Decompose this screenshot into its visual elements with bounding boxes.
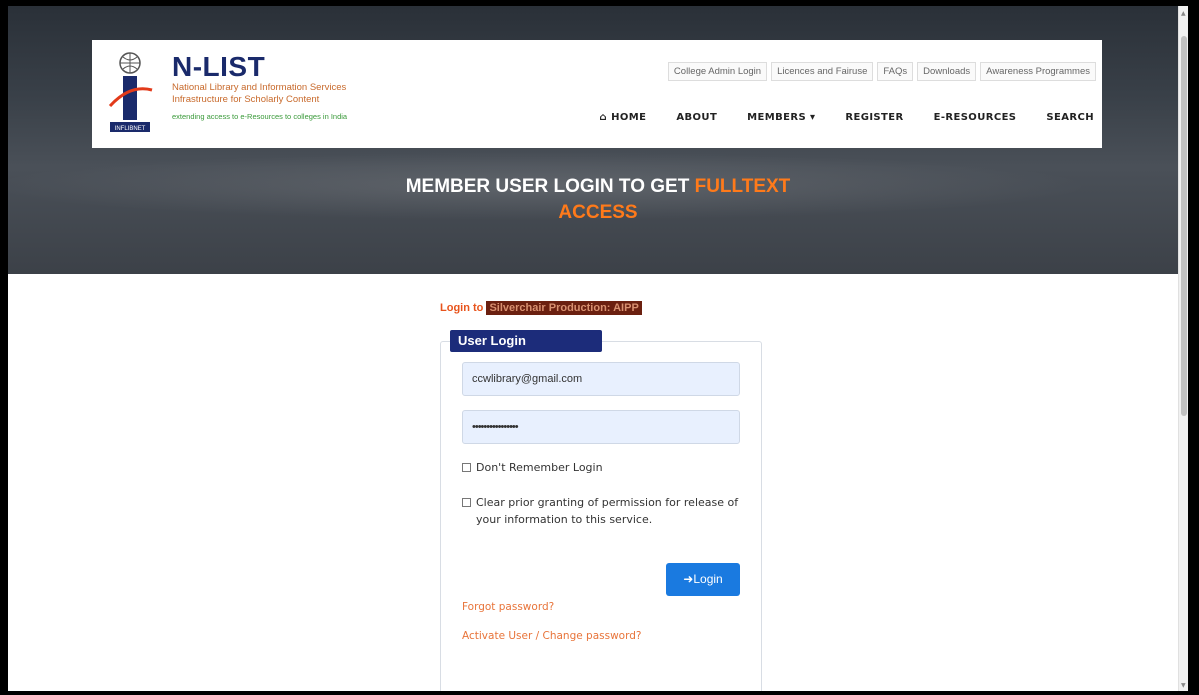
link-awareness-programmes[interactable]: Awareness Programmes bbox=[980, 62, 1096, 81]
link-faqs[interactable]: FAQs bbox=[877, 62, 914, 81]
scroll-up-icon[interactable]: ▲ bbox=[1181, 10, 1186, 17]
sign-in-icon: ➜ bbox=[683, 572, 694, 586]
nav-home[interactable]: ⌂ HOME bbox=[600, 112, 647, 123]
link-downloads[interactable]: Downloads bbox=[917, 62, 977, 81]
brand-subtitle-2: Infrastructure for Scholarly Content bbox=[172, 94, 320, 105]
nav-register[interactable]: REGISTER bbox=[845, 112, 903, 123]
page-title-accent-1: FULLTEXT bbox=[694, 176, 791, 197]
forgot-password-link[interactable]: Forgot password? bbox=[462, 601, 554, 613]
email-field[interactable]: ccwlibrary@gmail.com bbox=[462, 362, 740, 396]
vertical-scrollbar[interactable]: ▲ ▼ bbox=[1178, 6, 1188, 691]
brand-block[interactable]: N-LIST National Library and Information … bbox=[172, 51, 348, 122]
home-icon: ⌂ bbox=[599, 112, 608, 123]
dont-remember-checkbox[interactable] bbox=[462, 463, 471, 472]
login-to-service: Login to Silverchair Production: AIPP bbox=[440, 301, 642, 315]
nav-home-label: HOME bbox=[611, 112, 647, 123]
activate-user-link[interactable]: Activate User / Change password? bbox=[462, 630, 641, 642]
link-licences-fairuse[interactable]: Licences and Fairuse bbox=[771, 62, 874, 81]
clear-prior-checkbox[interactable] bbox=[462, 498, 471, 507]
login-button[interactable]: ➜Login bbox=[666, 563, 740, 596]
login-to-label: Login to bbox=[440, 302, 484, 314]
nav-members[interactable]: MEMBERS ▾ bbox=[747, 112, 815, 123]
utility-links: College Admin Login Licences and Fairuse… bbox=[667, 62, 1096, 81]
service-name: Silverchair Production: AIPP bbox=[486, 301, 642, 315]
inflibnet-logo-icon[interactable]: INFLIBNET bbox=[108, 50, 154, 136]
clear-prior-checkbox-row[interactable]: Clear prior granting of permission for r… bbox=[462, 494, 747, 528]
brand-tagline: extending access to e-Resources to colle… bbox=[172, 112, 348, 121]
dont-remember-checkbox-row[interactable]: Don't Remember Login bbox=[462, 459, 603, 476]
scroll-down-icon[interactable]: ▼ bbox=[1181, 682, 1186, 689]
main-navigation: ⌂ HOME ABOUT MEMBERS ▾ REGISTER E-RESOURC… bbox=[600, 112, 1094, 123]
browser-viewport: INFLIBNET N-LIST National Library and In… bbox=[8, 6, 1188, 691]
login-card-title: User Login bbox=[450, 330, 602, 352]
link-college-admin-login[interactable]: College Admin Login bbox=[667, 62, 768, 81]
clear-prior-label: Clear prior granting of permission for r… bbox=[476, 496, 739, 526]
password-field[interactable]: •••••••••••••••• bbox=[462, 410, 740, 444]
nav-search[interactable]: SEARCH bbox=[1046, 112, 1094, 123]
site-header: INFLIBNET N-LIST National Library and In… bbox=[92, 40, 1102, 148]
brand-name: N-LIST bbox=[172, 51, 266, 82]
login-button-label: Login bbox=[693, 572, 723, 586]
scrollbar-thumb[interactable] bbox=[1181, 36, 1187, 416]
dont-remember-label: Don't Remember Login bbox=[476, 461, 603, 474]
nav-about[interactable]: ABOUT bbox=[676, 112, 717, 123]
page-title-main: MEMBER USER LOGIN TO GET bbox=[405, 176, 690, 197]
logo-text: INFLIBNET bbox=[115, 126, 146, 132]
brand-subtitle-1: National Library and Information Service… bbox=[172, 82, 347, 93]
page-title-accent-2: ACCESS bbox=[558, 202, 638, 223]
page-title: MEMBER USER LOGIN TO GET FULLTEXT ACCESS bbox=[8, 174, 1188, 226]
nav-e-resources[interactable]: E-RESOURCES bbox=[934, 112, 1017, 123]
